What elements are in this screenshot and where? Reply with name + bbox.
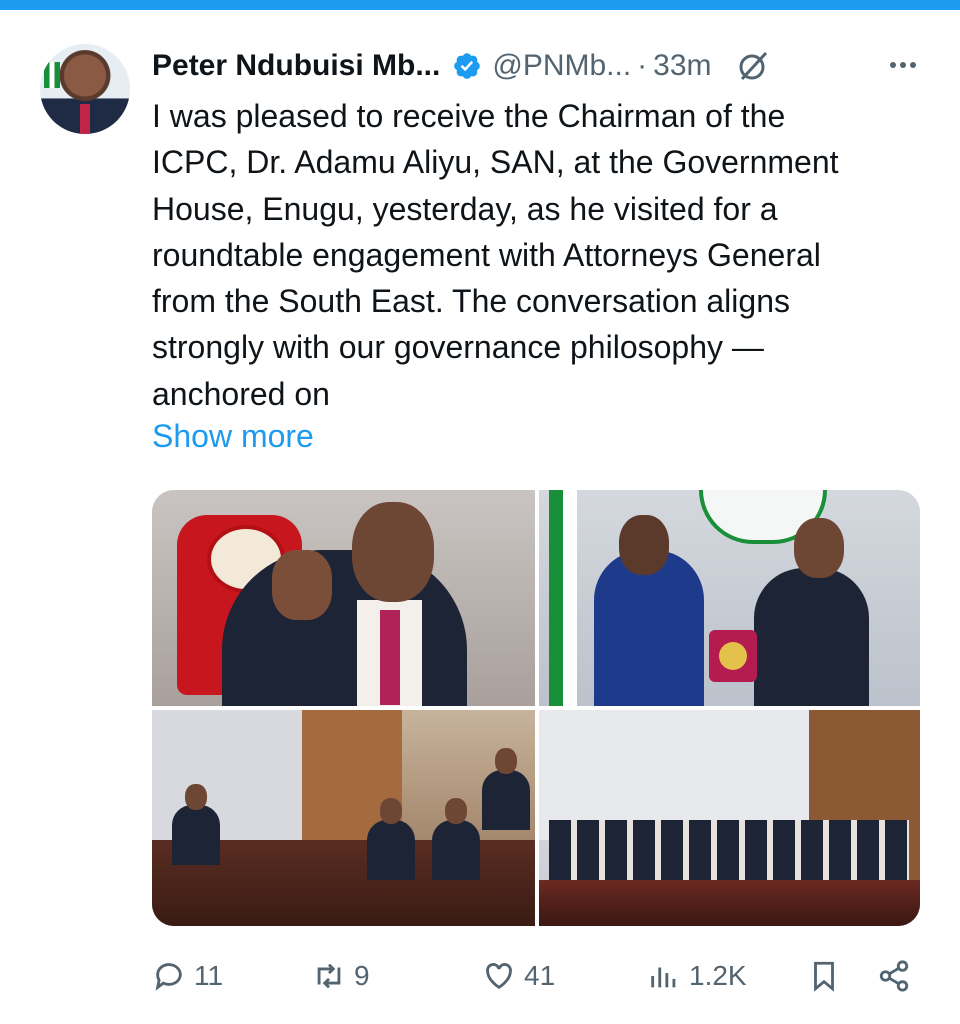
repost-count: 9 <box>354 960 370 991</box>
like-icon <box>486 963 512 990</box>
photo-person-head <box>352 502 434 602</box>
author-handle[interactable]: @PNMb... <box>492 49 631 83</box>
author-name[interactable]: Peter Ndubuisi Mb... <box>152 49 440 83</box>
photo-group-row <box>549 820 909 880</box>
photo-plaque <box>709 630 757 682</box>
repost-icon <box>317 963 341 989</box>
photo-person-right-head <box>794 518 844 578</box>
media-grid[interactable] <box>152 490 920 926</box>
photo-table <box>539 880 920 926</box>
photo-3[interactable] <box>152 710 535 926</box>
views-icon <box>651 967 676 988</box>
action-bar: 11 9 41 1.2K <box>152 950 942 1002</box>
reply-icon <box>155 963 182 991</box>
photo-attendee <box>432 820 480 880</box>
photo-person-left-head <box>619 515 669 575</box>
share-icon <box>879 960 909 992</box>
photo-flag <box>549 490 577 706</box>
avatar[interactable] <box>40 44 130 134</box>
tweet-header: Peter Ndubuisi Mb... @PNMb... · 33m <box>152 42 942 90</box>
more-options-icon[interactable] <box>886 48 920 82</box>
photo-2[interactable] <box>539 490 920 706</box>
like-count: 41 <box>524 960 556 991</box>
reply-count: 11 <box>194 960 224 991</box>
bookmark-icon <box>814 961 834 992</box>
bookmark-button[interactable] <box>807 950 849 1002</box>
avatar-flag <box>44 62 60 88</box>
photo-attendee-head <box>495 748 517 774</box>
photo-hand <box>272 550 332 620</box>
photo-attendee <box>172 805 220 865</box>
avatar-tie <box>80 104 90 134</box>
photo-4[interactable] <box>539 710 920 926</box>
photo-attendee-head <box>185 784 207 810</box>
like-button[interactable]: 41 <box>482 950 555 1002</box>
tweet-time[interactable]: 33m <box>653 49 711 83</box>
top-accent-bar <box>0 0 960 10</box>
separator-dot: · <box>637 49 648 82</box>
photo-attendee <box>367 820 415 880</box>
photo-attendee <box>482 770 530 830</box>
photo-tie <box>380 610 400 705</box>
share-button[interactable] <box>877 950 919 1002</box>
photo-1[interactable] <box>152 490 535 706</box>
reply-button[interactable]: 11 <box>152 950 223 1002</box>
photo-person-right <box>754 568 869 706</box>
views-button[interactable]: 1.2K <box>647 950 747 1002</box>
repost-button[interactable]: 9 <box>312 950 370 1002</box>
photo-attendee-head <box>445 798 467 824</box>
show-more-link[interactable]: Show more <box>152 418 314 455</box>
views-count: 1.2K <box>689 960 747 991</box>
verified-badge-icon <box>454 53 481 79</box>
grok-icon[interactable] <box>736 49 770 83</box>
photo-attendee-head <box>380 798 402 824</box>
tweet-text: I was pleased to receive the Chairman of… <box>152 98 839 412</box>
